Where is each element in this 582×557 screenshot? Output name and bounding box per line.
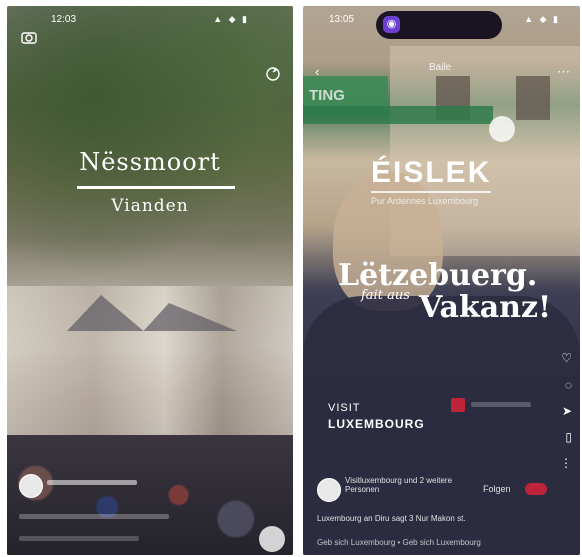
brand-subtitle: Pur Ardennes Luxembourg: [371, 196, 479, 206]
comment-icon[interactable]: ◌: [565, 378, 572, 392]
location-subtitle: Vianden: [111, 196, 189, 216]
right-story-screen[interactable]: TING 13:05 ◉ ▲ ◆ ▮ Baile ‹ ⋯ ÉISLEK Pur …: [303, 6, 580, 555]
caption-line: [19, 514, 169, 519]
account-line: [47, 480, 137, 485]
camera-icon[interactable]: [21, 30, 37, 47]
headline-line-2b: Vakanz!: [419, 290, 552, 325]
bookmark-icon[interactable]: ▯: [565, 430, 572, 444]
location-title: Nëssmoort: [79, 148, 221, 176]
sponsored-badge: [525, 483, 547, 495]
refresh-icon[interactable]: [265, 66, 281, 85]
title-divider: [77, 186, 235, 189]
account-name[interactable]: Visitluxembourg und 2 weitere Personen: [345, 476, 465, 494]
more-icon[interactable]: ⋯: [557, 64, 570, 80]
town-houses: [7, 286, 293, 436]
app-badge-icon: ◉: [383, 16, 400, 33]
status-time: 12:03: [51, 14, 77, 25]
left-story-screen[interactable]: 12:03 ▲ ◆ ▮ Nëssmoort Vianden: [7, 6, 293, 555]
top-label[interactable]: Baile: [429, 62, 451, 73]
back-icon[interactable]: ‹: [315, 64, 319, 79]
green-awning: [303, 106, 493, 124]
more-actions-icon[interactable]: ⋮: [560, 456, 572, 470]
status-icons: ▲ ◆ ▮: [213, 14, 249, 24]
brand-title: ÉISLEK: [371, 156, 492, 189]
share-icon[interactable]: ➤: [562, 404, 572, 418]
brand-divider: [371, 191, 491, 193]
caption-text: Luxembourg an Diru sagt 3 Nur Makon st.: [317, 514, 466, 523]
music-line: [19, 536, 139, 541]
status-icons: ▲ ◆ ▮: [524, 14, 560, 24]
luxembourg-logo-icon: [451, 398, 465, 412]
follow-button[interactable]: Folgen: [483, 484, 511, 494]
share-bubble-icon[interactable]: [259, 526, 285, 552]
window: [516, 76, 550, 120]
music-text: Geb sich Luxembourg • Geb sich Luxembour…: [317, 538, 481, 547]
heart-icon[interactable]: ♡: [561, 351, 572, 365]
account-avatar[interactable]: [317, 478, 341, 502]
reaction-bubble-icon[interactable]: [489, 116, 515, 142]
visit-logo-line-2: LUXEMBOURG: [328, 417, 425, 431]
headline-line-2a: fait aus: [361, 288, 410, 303]
status-time: 13:05: [329, 14, 355, 25]
visit-logo-line-1: VISIT: [328, 402, 361, 414]
avatar[interactable]: [19, 474, 43, 498]
logo-tagline: [471, 402, 531, 407]
